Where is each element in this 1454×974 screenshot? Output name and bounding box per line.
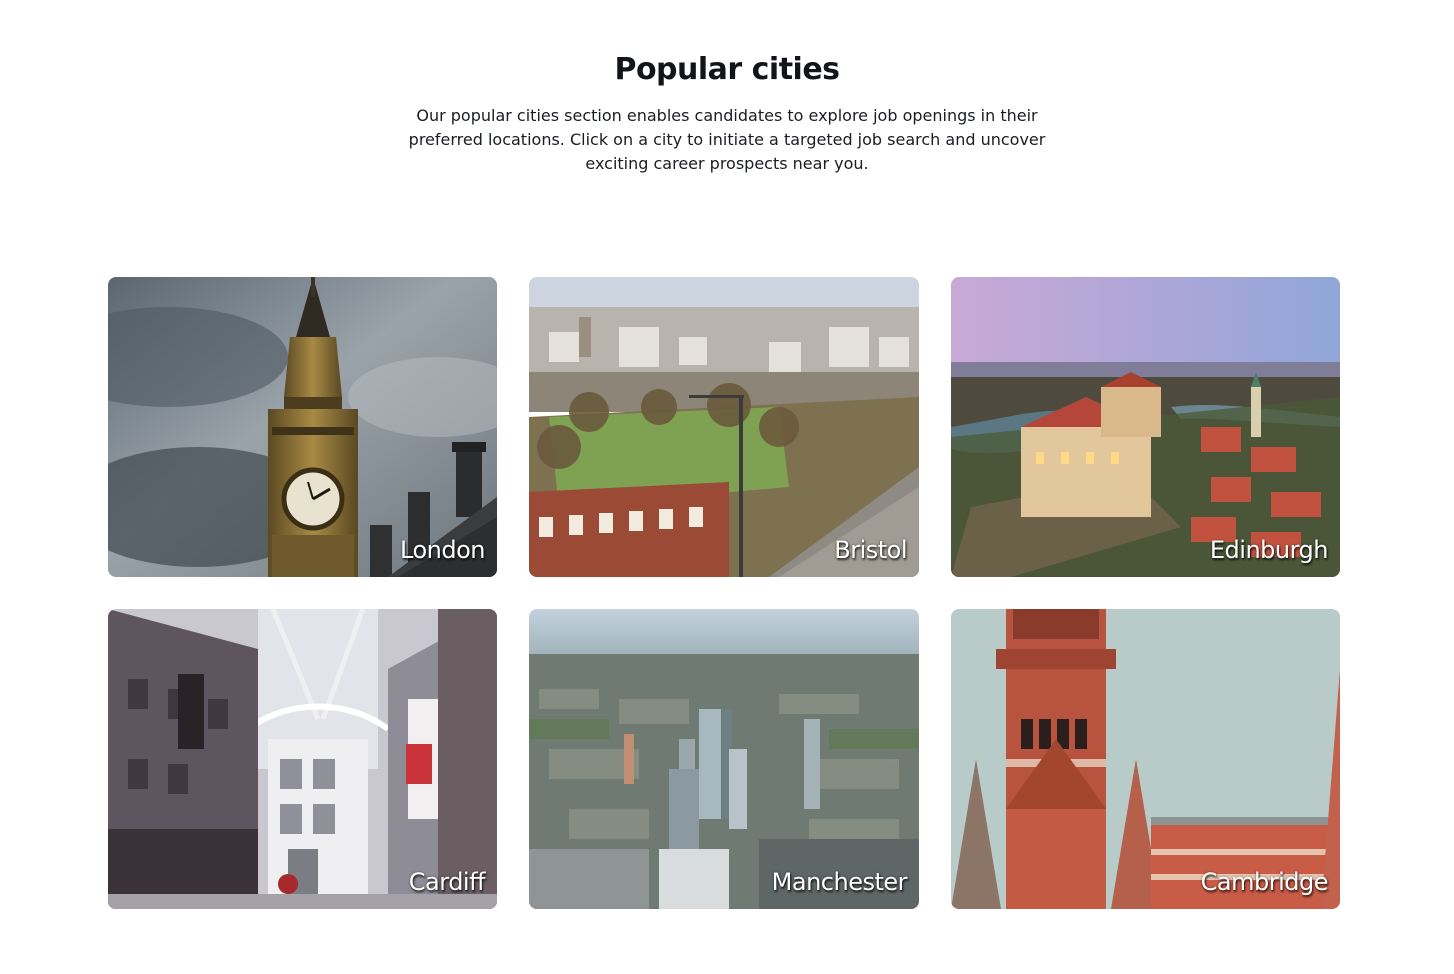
section-description: Our popular cities section enables candi… — [408, 106, 1046, 173]
city-card-manchester[interactable]: Manchester — [529, 609, 919, 909]
section-title: Popular cities — [614, 52, 840, 87]
city-name: London — [400, 536, 485, 564]
city-photo-cardiff — [108, 609, 497, 909]
city-card-london[interactable]: London — [108, 277, 497, 577]
city-card-bristol[interactable]: Bristol — [529, 277, 919, 577]
city-photo-cambridge — [951, 609, 1340, 909]
city-name: Edinburgh — [1209, 536, 1329, 564]
city-card-edinburgh[interactable]: Edinburgh — [951, 277, 1340, 577]
city-card-cardiff[interactable]: Cardiff — [108, 609, 497, 909]
city-photo-bristol — [529, 277, 919, 577]
city-grid: London Bristol Edinburgh Cardiff Manches… — [108, 277, 1340, 909]
city-name: Bristol — [834, 536, 907, 564]
city-photo-manchester — [529, 609, 919, 909]
city-card-cambridge[interactable]: Cambridge — [951, 609, 1340, 909]
city-name: Cambridge — [1200, 868, 1329, 896]
city-name: Manchester — [771, 868, 908, 896]
city-photo-edinburgh — [951, 277, 1340, 577]
popular-cities-header: Popular cities Our popular cities sectio… — [0, 50, 1454, 176]
city-photo-london — [108, 277, 497, 577]
city-name: Cardiff — [408, 868, 486, 896]
